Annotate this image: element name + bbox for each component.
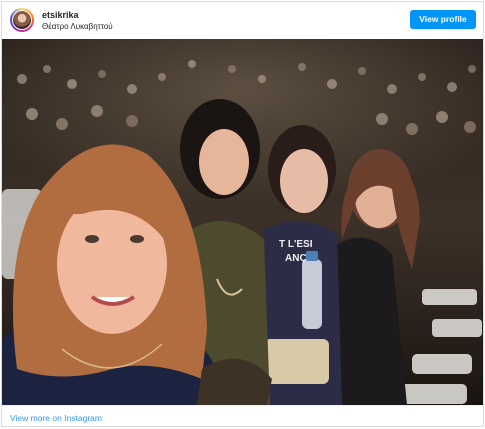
avatar[interactable]: [10, 8, 34, 32]
post-header: etsikrika Θέατρο Λυκαβηττού View profile: [2, 2, 483, 38]
post-photo[interactable]: T L'ESI ANÇA: [2, 39, 483, 405]
username[interactable]: etsikrika: [42, 10, 79, 20]
profile-avatar-icon: [12, 10, 32, 30]
view-profile-button[interactable]: View profile: [410, 10, 476, 29]
post-footer: View more on Instagram: [2, 405, 483, 427]
location[interactable]: Θέατρο Λυκαβηττού: [42, 22, 113, 31]
view-more-link[interactable]: View more on Instagram: [10, 413, 102, 423]
instagram-embed-card: etsikrika Θέατρο Λυκαβηττού View profile: [1, 1, 484, 427]
shirt-text: T L'ESI: [279, 239, 313, 250]
